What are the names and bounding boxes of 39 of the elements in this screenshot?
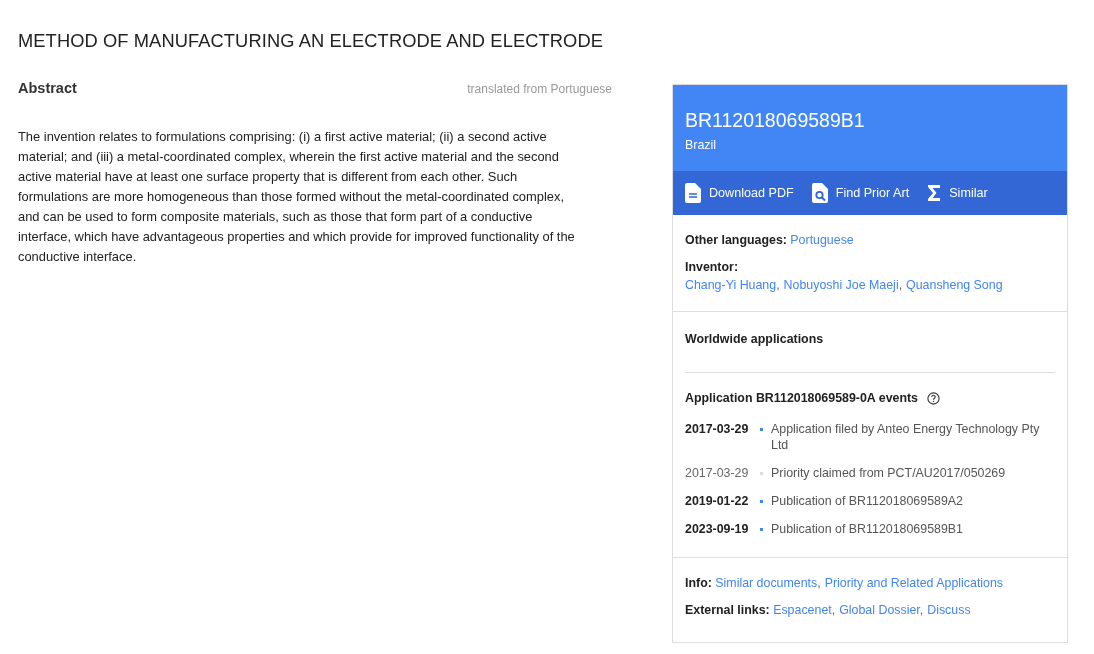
link[interactable]: Priority and Related Applications bbox=[824, 576, 1004, 590]
event-date: 2017-03-29 bbox=[685, 421, 750, 437]
link[interactable]: Quansheng Song bbox=[906, 278, 1003, 292]
abstract-text: The invention relates to formulations comprising: (i) a first active material; (ii) a second active material; and (iii) a metal-coordinated complex, wherein the first active material and the second active material have at least one surface property that is different from each other. Such formulations are more homogeneous than those formed without the metal-coordinated complex, and can be used to form composite materials, such as those that form part of a conductive interface, which have advantageous properties and which provide for improved functionality of the conductive interface. bbox=[18, 128, 576, 266]
page-title: METHOD OF MANUFACTURING AN ELECTRODE AND ELECTRODE bbox=[18, 30, 604, 52]
translation-note: translated from Portuguese bbox=[467, 82, 612, 96]
section-heading: Worldwide applications bbox=[685, 332, 825, 346]
separator: , bbox=[831, 603, 836, 617]
field-label: Other languages: bbox=[685, 233, 787, 247]
link[interactable]: Discuss bbox=[927, 603, 971, 617]
event-description: Publication of BR112018069589B1 bbox=[771, 521, 963, 537]
link[interactable]: Nobuyoshi Joe Maeji bbox=[783, 278, 899, 292]
separator: , bbox=[817, 576, 821, 590]
patent-number: BR112018069589B1 bbox=[685, 109, 866, 132]
event-date: 2017-03-29 bbox=[685, 465, 750, 481]
link[interactable]: Global Dossier bbox=[839, 603, 920, 617]
field-label: Inventor: bbox=[685, 260, 738, 274]
event-description: Application filed by Anteo Energy Technology Pty Ltd bbox=[771, 421, 1041, 453]
event-description: Priority claimed from PCT/AU2017/050269 bbox=[771, 465, 1006, 481]
separator: , bbox=[919, 603, 924, 617]
link[interactable]: Portuguese bbox=[790, 233, 854, 247]
document-icon bbox=[685, 183, 701, 203]
action-button[interactable]: Find Prior Art bbox=[811, 183, 910, 203]
help-icon[interactable] bbox=[927, 391, 940, 405]
link[interactable]: Espacenet bbox=[773, 603, 832, 617]
country-label: Brazil bbox=[685, 138, 717, 152]
action-button[interactable]: Similar bbox=[927, 184, 988, 202]
separator: , bbox=[898, 278, 903, 292]
field-label: External links: bbox=[685, 603, 770, 617]
event-date: 2019-01-22 bbox=[685, 493, 750, 509]
field-label: Info: bbox=[685, 576, 712, 590]
document-search-icon bbox=[811, 183, 828, 203]
event-date: 2023-09-19 bbox=[685, 521, 750, 537]
action-button[interactable]: Download PDF bbox=[685, 183, 794, 203]
separator: , bbox=[776, 278, 780, 292]
abstract-heading: Abstract bbox=[18, 80, 77, 96]
sigma-icon bbox=[927, 184, 942, 202]
section-heading: Application BR112018069589-0A events bbox=[685, 391, 918, 405]
event-description: Publication of BR112018069589A2 bbox=[771, 493, 963, 509]
